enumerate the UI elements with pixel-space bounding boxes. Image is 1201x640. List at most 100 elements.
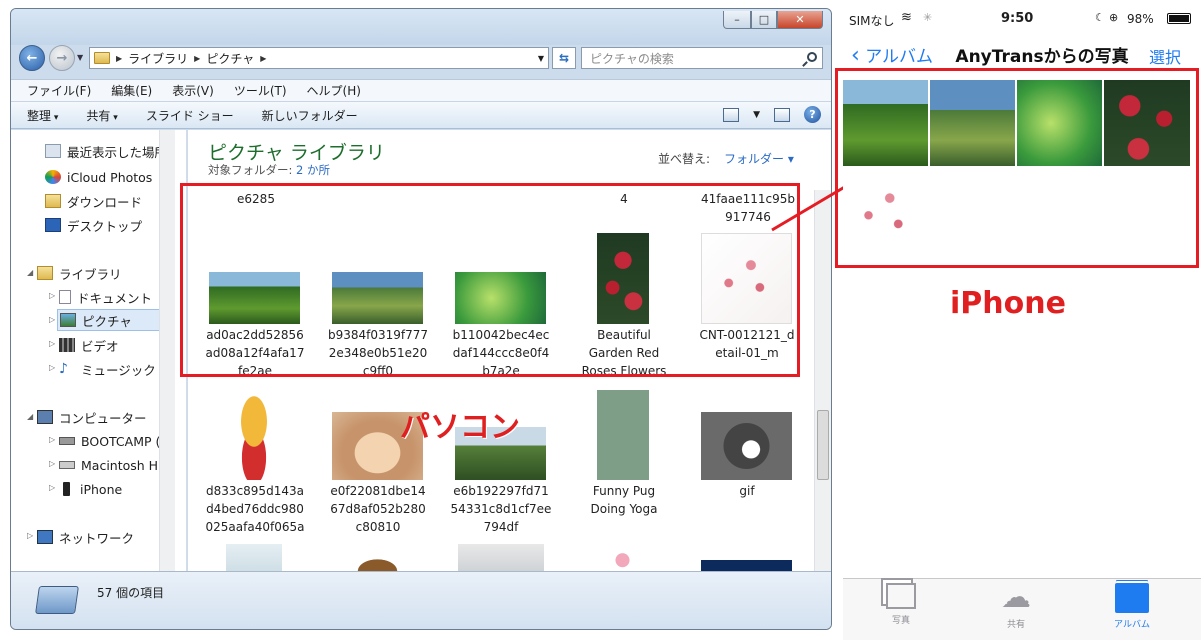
collapse-computer-icon[interactable]: ◢: [27, 412, 33, 421]
battery-icon: [1167, 13, 1191, 24]
sort-label: 並べ替え:: [658, 152, 711, 166]
sidebar-item-label: ネットワーク: [59, 530, 135, 546]
file-label[interactable]: gif: [687, 482, 807, 500]
forward-button[interactable]: →: [49, 45, 75, 71]
sidebar-item-label: デスクトップ: [67, 218, 143, 234]
new-folder-button[interactable]: 新しいフォルダー: [262, 107, 358, 124]
sidebar-item-label: iCloud Photos: [67, 169, 153, 185]
expand-icon[interactable]: ▷: [49, 291, 55, 300]
locations-link[interactable]: 2 か所: [296, 163, 330, 177]
menu-file[interactable]: ファイル(F): [27, 82, 91, 99]
file-label[interactable]: e6b192297fd71 54331c8d1cf7ee 794df: [441, 482, 561, 536]
desktop-icon: [45, 218, 61, 232]
library-locations: 対象フォルダー: 2 か所: [208, 162, 330, 178]
wifi-icon: ≋: [901, 10, 912, 25]
breadcrumb-separator-icon[interactable]: ▶: [194, 54, 200, 63]
file-label[interactable]: e0f22081dbe14 67d8af052b280 c80810: [318, 482, 438, 536]
expand-icon[interactable]: ▷: [49, 435, 55, 444]
expand-icon[interactable]: ▷: [49, 315, 55, 324]
iphone-device-icon: [63, 482, 70, 496]
navigation-row: ← → ▼ ▶ ライブラリ ▶ ピクチャ ▶ ▼ ⇆ ピクチャの検索: [11, 45, 831, 79]
organize-button[interactable]: 整理: [27, 107, 58, 124]
breadcrumb-pictures[interactable]: ピクチャ: [206, 50, 254, 67]
title-bar: – □ ✕: [11, 9, 831, 45]
minimize-button[interactable]: –: [723, 11, 751, 29]
image-thumbnail[interactable]: [332, 544, 423, 571]
tab-label: アルバム: [1114, 620, 1150, 630]
breadcrumb-libraries[interactable]: ライブラリ: [128, 50, 188, 67]
search-input[interactable]: ピクチャの検索: [581, 47, 823, 69]
details-pane: 57 個の項目: [11, 571, 831, 629]
breadcrumb-separator-icon[interactable]: ▶: [116, 54, 122, 63]
file-label[interactable]: Funny Pug Doing Yoga: [564, 482, 684, 518]
expand-icon[interactable]: ▷: [49, 483, 55, 492]
back-button[interactable]: ‹ アルバム: [851, 42, 933, 68]
sidebar-item-label: ダウンロード: [67, 194, 143, 210]
maximize-button[interactable]: □: [751, 11, 777, 29]
sidebar-item-label: ミュージック: [81, 362, 156, 378]
expand-icon[interactable]: ▷: [49, 363, 55, 372]
breadcrumb-separator-icon[interactable]: ▶: [260, 54, 266, 63]
menu-edit[interactable]: 編集(E): [111, 82, 152, 99]
library-icon: [35, 586, 79, 614]
tab-photos[interactable]: 写真: [861, 583, 941, 626]
sidebar-item-label: BOOTCAMP (C:: [81, 433, 169, 449]
pc-annotation: パソコン: [400, 410, 520, 445]
icloud-photos-icon: [45, 170, 61, 184]
select-button[interactable]: 選択: [1149, 44, 1181, 68]
iphone-annotation: iPhone: [950, 286, 1066, 321]
sidebar-item-documents[interactable]: ドキュメント: [59, 286, 169, 308]
file-label[interactable]: d833c895d143a d4bed76ddc980 025aafa40f06…: [195, 482, 315, 536]
sidebar-item-label: ビデオ: [81, 338, 119, 354]
documents-icon: [59, 290, 71, 304]
image-thumbnail[interactable]: [701, 560, 792, 571]
slideshow-button[interactable]: スライド ショー: [146, 107, 234, 124]
music-note-icon: ♪: [59, 361, 68, 377]
view-options-icon[interactable]: [723, 107, 740, 122]
photos-tab-icon: [886, 583, 916, 609]
sidebar-item-recent[interactable]: 最近表示した場所: [45, 140, 203, 162]
refresh-button[interactable]: ⇆: [552, 47, 576, 69]
sidebar-scrollbar[interactable]: [159, 130, 175, 571]
expand-icon[interactable]: ▷: [49, 459, 55, 468]
address-bar[interactable]: ▶ ライブラリ ▶ ピクチャ ▶: [89, 47, 549, 69]
preview-pane-icon[interactable]: [774, 107, 790, 122]
cloud-icon: ☁: [1001, 580, 1031, 615]
pictures-icon: [60, 313, 76, 327]
rotation-lock-icon: ⊕: [1109, 11, 1119, 24]
tab-albums[interactable]: アルバム: [1092, 583, 1172, 630]
history-dropdown-icon[interactable]: ▼: [77, 53, 83, 62]
navigation-bar: AnyTransからの写真 ‹ アルバム 選択: [843, 40, 1201, 70]
address-dropdown-icon[interactable]: ▼: [533, 47, 549, 69]
sidebar-item-bootcamp[interactable]: BOOTCAMP (C:: [59, 430, 169, 452]
back-button[interactable]: ←: [19, 45, 45, 71]
menu-tools[interactable]: ツール(T): [234, 82, 287, 99]
clock: 9:50: [1001, 11, 1034, 26]
sidebar-item-label: ライブラリ: [59, 266, 122, 282]
menu-help[interactable]: ヘルプ(H): [307, 82, 361, 99]
expand-icon[interactable]: ▷: [49, 339, 55, 348]
collapse-libraries-icon[interactable]: ◢: [27, 268, 33, 277]
image-thumbnail[interactable]: [458, 544, 544, 571]
drive-icon: [59, 461, 75, 469]
help-icon[interactable]: ?: [804, 106, 821, 123]
scrollbar-thumb[interactable]: [817, 410, 829, 480]
expand-icon[interactable]: ▷: [27, 531, 33, 540]
view-dropdown-icon[interactable]: ▼: [753, 110, 760, 120]
image-thumbnail[interactable]: [226, 544, 282, 571]
close-button[interactable]: ✕: [777, 11, 823, 29]
image-thumbnail[interactable]: [577, 544, 668, 571]
search-icon[interactable]: [807, 52, 817, 62]
sidebar-item-music[interactable]: ♪ ミュージック: [59, 358, 169, 380]
sidebar-item-pictures[interactable]: ピクチャ: [57, 309, 169, 331]
sidebar-item-macintosh[interactable]: Macintosh HD (: [59, 454, 169, 476]
image-thumbnail[interactable]: [701, 412, 792, 480]
share-button[interactable]: 共有: [86, 107, 117, 124]
sidebar-item-iphone[interactable]: iPhone: [59, 478, 169, 500]
image-thumbnail[interactable]: [224, 390, 284, 480]
tab-shared[interactable]: ☁ 共有: [976, 580, 1056, 631]
sidebar-item-videos[interactable]: ビデオ: [59, 334, 169, 356]
menu-view[interactable]: 表示(V): [172, 82, 214, 99]
image-thumbnail[interactable]: [597, 390, 649, 480]
tab-label: 共有: [1006, 620, 1025, 630]
